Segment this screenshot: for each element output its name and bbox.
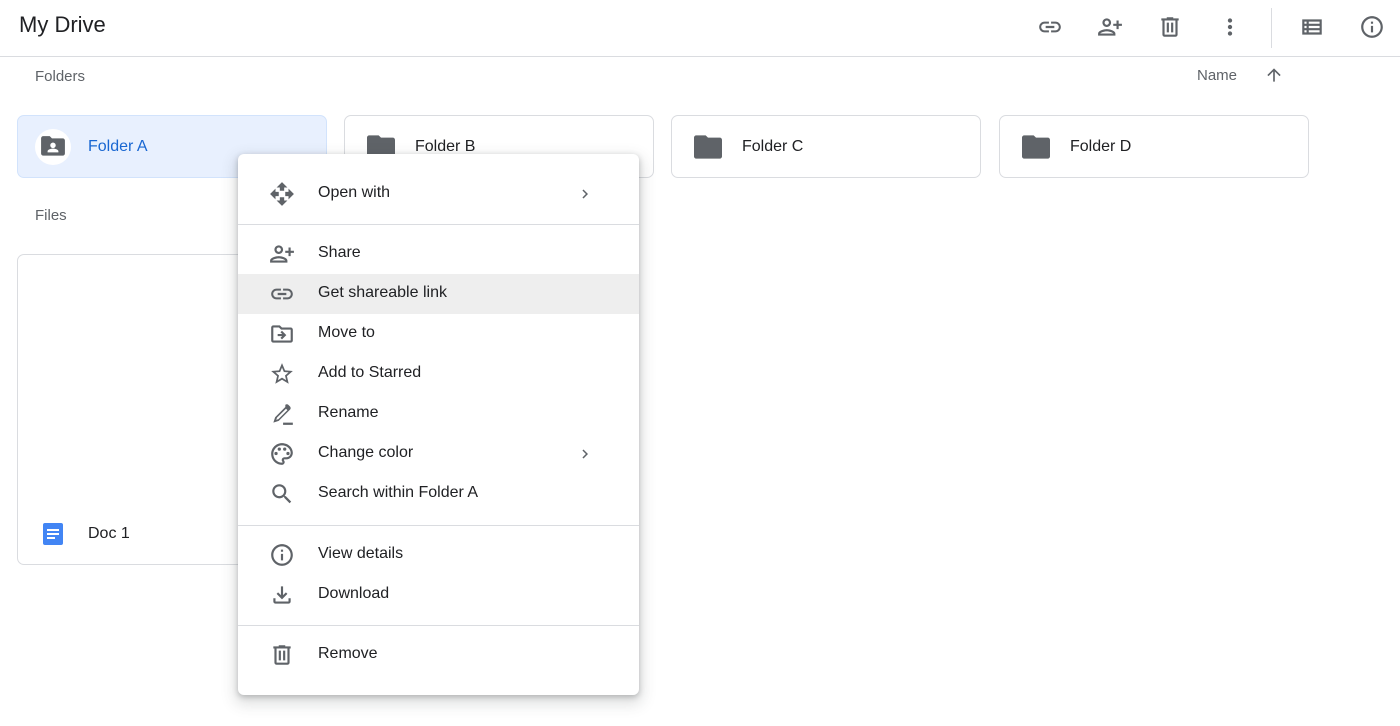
menu-item-download[interactable]: Download (238, 575, 639, 615)
menu-item-label: Open with (318, 184, 391, 201)
star-icon (268, 361, 296, 387)
menu-item-label: View details (318, 545, 404, 562)
menu-item-label: Share (318, 244, 361, 261)
info-icon (268, 542, 296, 568)
share-button[interactable] (1090, 7, 1130, 47)
file-name: Doc 1 (88, 525, 130, 542)
folder-name: Folder D (1070, 138, 1132, 155)
menu-item-label: Rename (318, 404, 379, 421)
menu-divider (238, 525, 639, 526)
sort-direction-button[interactable] (1262, 62, 1286, 88)
context-menu: Open with Share Get shareable link Move … (238, 154, 639, 695)
page-title: My Drive (19, 12, 106, 37)
trash-icon (1161, 17, 1179, 37)
list-view-button[interactable] (1292, 7, 1332, 47)
info-icon (1361, 16, 1383, 38)
folder-icon (694, 135, 722, 159)
chevron-right-icon (576, 184, 594, 204)
menu-divider (238, 224, 639, 225)
menu-item-label: Move to (318, 324, 375, 341)
top-bar: My Drive (0, 0, 1400, 57)
menu-item-change-color[interactable]: Change color (238, 434, 639, 474)
folder-name: Folder A (88, 138, 148, 155)
folder-name: Folder C (742, 138, 804, 155)
menu-item-move-to[interactable]: Move to (238, 314, 639, 354)
menu-item-remove[interactable]: Remove (238, 635, 639, 675)
more-vert-icon (1227, 18, 1233, 36)
menu-item-search-within[interactable]: Search within Folder A (238, 474, 639, 514)
files-heading: Files (35, 207, 67, 224)
open-with-icon (268, 181, 296, 207)
toolbar-divider (1271, 8, 1272, 48)
chevron-right-icon (576, 444, 594, 464)
shared-folder-badge (35, 129, 71, 165)
arrow-up-icon (1267, 68, 1281, 82)
menu-item-label: Change color (318, 444, 414, 461)
download-icon (268, 582, 296, 608)
menu-item-view-details[interactable]: View details (238, 535, 639, 575)
folder-icon (1022, 135, 1050, 159)
trash-icon (268, 642, 296, 668)
view-details-button[interactable] (1352, 7, 1392, 47)
folder-card-c[interactable]: Folder C (671, 115, 981, 178)
palette-icon (268, 441, 296, 467)
menu-item-label: Remove (318, 645, 378, 662)
list-view-icon (1302, 19, 1322, 35)
person-add-icon (268, 241, 296, 267)
move-to-icon (268, 321, 296, 347)
person-add-icon (1098, 18, 1122, 36)
menu-item-label: Download (318, 585, 390, 602)
link-icon (1039, 21, 1061, 33)
folder-card-d[interactable]: Folder D (999, 115, 1309, 178)
more-actions-button[interactable] (1210, 7, 1250, 47)
menu-item-label: Get shareable link (318, 284, 447, 301)
sort-by-name[interactable]: Name (1197, 67, 1237, 84)
rename-icon (268, 401, 296, 427)
menu-divider (238, 625, 639, 626)
menu-item-rename[interactable]: Rename (238, 394, 639, 434)
menu-item-open-with[interactable]: Open with (238, 174, 639, 214)
search-icon (268, 481, 296, 507)
menu-item-label: Search within Folder A (318, 484, 479, 501)
menu-item-share[interactable]: Share (238, 234, 639, 274)
menu-item-add-to-starred[interactable]: Add to Starred (238, 354, 639, 394)
remove-button[interactable] (1150, 7, 1190, 47)
link-icon (268, 281, 296, 307)
menu-item-label: Add to Starred (318, 364, 422, 381)
menu-item-get-shareable-link[interactable]: Get shareable link (238, 274, 639, 314)
get-link-button[interactable] (1030, 7, 1070, 47)
folders-heading: Folders (35, 68, 86, 85)
shared-folder-icon (41, 136, 65, 156)
google-docs-icon (42, 523, 64, 545)
